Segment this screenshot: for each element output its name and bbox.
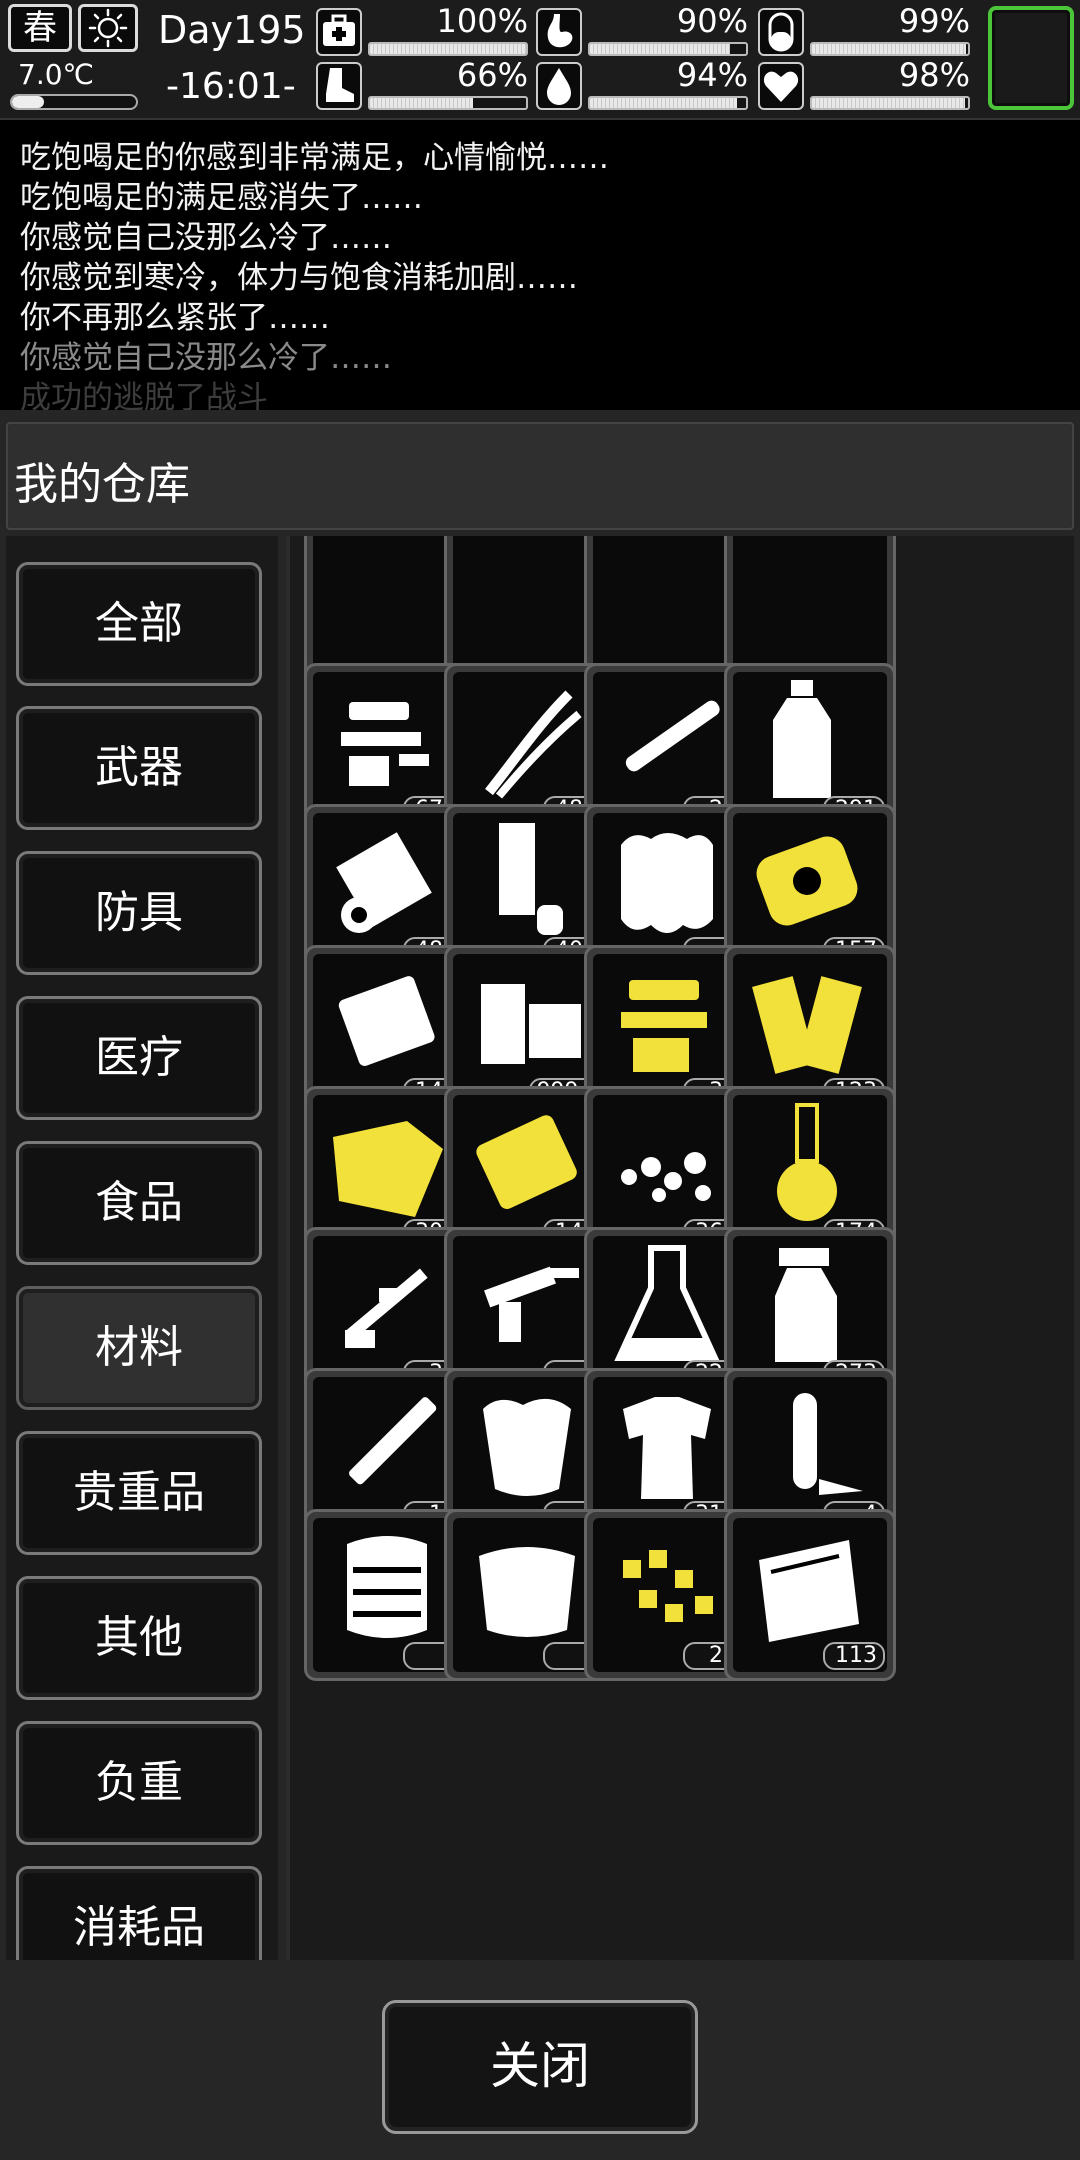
log-line: 你感觉自己没那么冷了…… (20, 340, 392, 376)
category-valuables[interactable]: 贵重品 (16, 1431, 262, 1555)
category-weight[interactable]: 负重 (16, 1721, 262, 1845)
page-title: 我的仓库 (14, 459, 190, 510)
heart-icon (758, 62, 804, 110)
category-other[interactable]: 其他 (16, 1576, 262, 1700)
temperature-readout: 7.0℃ (18, 58, 94, 91)
close-button[interactable]: 关闭 (382, 2000, 698, 2134)
equipped-slot[interactable] (988, 6, 1074, 110)
category-sidebar[interactable]: 全部 武器 防具 医疗 食品 材料 贵重品 其他 负重 消耗品 (6, 536, 278, 1960)
bottom-bar: 关闭 (0, 1960, 1080, 2160)
stat-thirst: 94% (536, 56, 752, 114)
category-food[interactable]: 食品 (16, 1141, 262, 1265)
category-consumables[interactable]: 消耗品 (16, 1866, 262, 1960)
stat-stamina: 66% (316, 56, 532, 114)
item-grid[interactable]: 670487202914874018157140999+311233041433… (286, 536, 1074, 1960)
day-counter: Day195 (158, 8, 306, 52)
item-count: 113 (823, 1642, 885, 1670)
water-drop-icon (536, 62, 582, 110)
stat-mood: 98% (758, 56, 974, 114)
medkit-icon (316, 8, 362, 56)
log-line: 你感觉自己没那么冷了…… (20, 220, 392, 256)
pill-icon (758, 8, 804, 56)
clock: -16:01- (166, 66, 296, 107)
boot-icon (316, 62, 362, 110)
warehouse-panel: 我的仓库 全部 武器 防具 医疗 食品 材料 贵重品 其他 负重 消耗品 670… (0, 410, 1080, 2160)
sun-icon (78, 4, 138, 52)
stat-energy: 99% (758, 2, 974, 60)
category-medical[interactable]: 医疗 (16, 996, 262, 1120)
message-log: 吃饱喝足的你感到非常满足，心情愉悦…… 吃饱喝足的满足感消失了…… 你感觉自己没… (0, 120, 1080, 410)
stomach-icon (536, 8, 582, 56)
category-materials[interactable]: 材料 (16, 1286, 262, 1410)
log-line: 吃饱喝足的你感到非常满足，心情愉悦…… (20, 140, 609, 176)
status-bar: 春 7.0℃ Day195 -16:01- 100% 90% 99% 66% 9… (0, 0, 1080, 120)
stat-hunger: 90% (536, 2, 752, 60)
log-line: 吃饱喝足的满足感消失了…… (20, 180, 423, 216)
warehouse-header: 我的仓库 (6, 422, 1074, 530)
temperature-bar (10, 94, 138, 110)
category-weapons[interactable]: 武器 (16, 706, 262, 830)
log-line: 成功的逃脱了战斗 (20, 380, 268, 410)
season-badge: 春 (8, 4, 72, 52)
item-slot[interactable]: 113 (724, 1509, 896, 1681)
stat-health: 100% (316, 2, 532, 60)
log-line: 你感觉到寒冷，体力与饱食消耗加剧…… (20, 260, 578, 296)
log-line: 你不再那么紧张了…… (20, 300, 330, 336)
category-armor[interactable]: 防具 (16, 851, 262, 975)
category-all[interactable]: 全部 (16, 562, 262, 686)
